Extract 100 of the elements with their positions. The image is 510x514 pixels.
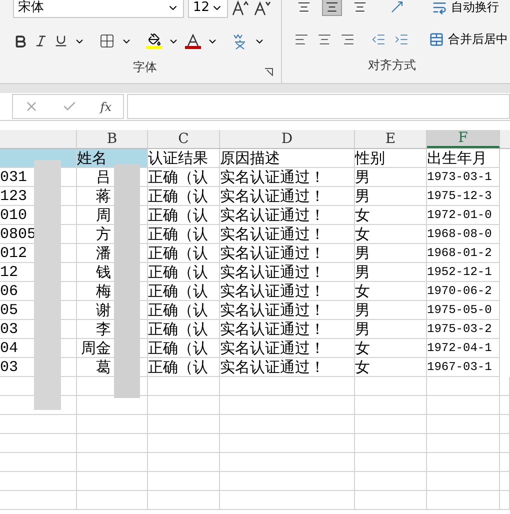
table-cell: 1968-08-0 xyxy=(427,225,500,244)
merge-center-button[interactable]: 合并后居中 xyxy=(448,30,508,48)
font-size-dropdown[interactable]: 12 xyxy=(188,0,228,18)
empty-cell xyxy=(500,415,510,434)
font-name-dropdown[interactable]: 宋体 xyxy=(13,0,184,18)
dialog-launcher-icon[interactable] xyxy=(265,68,273,76)
align-middle-icon xyxy=(353,0,367,14)
empty-cell xyxy=(148,434,220,453)
table-cell: 正确（认 xyxy=(148,301,220,320)
table-cell: 1967-03-1 xyxy=(427,358,500,377)
table-cell: 1975-12-3 xyxy=(427,187,500,206)
table-cell: 实名认证通过！ xyxy=(220,206,355,225)
empty-cell xyxy=(355,472,427,491)
grow-font-icon[interactable] xyxy=(232,0,250,16)
table-cell: 正确（认 xyxy=(148,263,220,282)
group-label: 字体 xyxy=(133,59,157,76)
table-cell: 1970-06-2 xyxy=(427,282,500,301)
column-header[interactable]: D xyxy=(220,130,355,148)
wrap-text-icon xyxy=(432,0,447,14)
table-cell: 实名认证通过！ xyxy=(220,301,355,320)
table-cell: 男 xyxy=(355,168,427,187)
table-cell: 1973-03-1 xyxy=(427,168,500,187)
table-cell: 1975-05-0 xyxy=(427,301,500,320)
column-header[interactable]: C xyxy=(148,130,220,148)
table-cell: 实名认证通过！ xyxy=(220,282,355,301)
table-cell: 实名认证通过！ xyxy=(220,168,355,187)
empty-cell xyxy=(77,453,148,472)
align-middle-icon xyxy=(297,0,311,14)
table-cell: 1968-01-2 xyxy=(427,244,500,263)
empty-cell xyxy=(77,434,148,453)
empty-cell xyxy=(148,453,220,472)
table-cell: 原因描述 xyxy=(220,149,355,168)
empty-cell xyxy=(500,377,510,396)
table-cell: 男 xyxy=(355,187,427,206)
empty-cell xyxy=(500,434,510,453)
empty-cell xyxy=(355,453,427,472)
empty-cell xyxy=(148,396,220,415)
italic-icon[interactable] xyxy=(34,34,48,48)
table-cell: 正确（认 xyxy=(148,339,220,358)
empty-cell xyxy=(148,377,220,396)
table-cell: 男 xyxy=(355,320,427,339)
empty-cell xyxy=(148,472,220,491)
formula-input[interactable] xyxy=(127,94,510,119)
empty-cell xyxy=(500,453,510,472)
table-cell: 女 xyxy=(355,339,427,358)
empty-cell xyxy=(355,491,427,510)
table-cell: 1952-12-1 xyxy=(427,263,500,282)
insert-function-button[interactable]: fx xyxy=(100,98,112,116)
table-cell: 出生年月 xyxy=(427,149,500,168)
phonetic-icon[interactable] xyxy=(232,32,248,50)
column-header[interactable]: B xyxy=(77,130,148,148)
border-icon[interactable] xyxy=(99,33,115,49)
table-cell: 正确（认 xyxy=(148,282,220,301)
table-cell: 女 xyxy=(355,282,427,301)
table-cell: 1975-03-2 xyxy=(427,320,500,339)
empty-cell xyxy=(355,434,427,453)
wrap-text-button[interactable]: 自动换行 xyxy=(451,0,499,16)
empty-cell xyxy=(148,491,220,510)
table-cell: 正确（认 xyxy=(148,244,220,263)
shrink-font-icon[interactable] xyxy=(254,0,272,16)
table-cell: 1972-04-1 xyxy=(427,339,500,358)
table-cell: 实名认证通过！ xyxy=(220,339,355,358)
table-cell: 实名认证通过！ xyxy=(220,263,355,282)
table-cell: 1972-01-0 xyxy=(427,206,500,225)
fill-color-icon[interactable] xyxy=(146,33,162,49)
table-cell: 女 xyxy=(355,206,427,225)
bold-icon[interactable] xyxy=(13,34,28,48)
empty-cell xyxy=(77,491,148,510)
table-cell: 实名认证通过！ xyxy=(220,187,355,206)
table-cell: 正确（认 xyxy=(148,168,220,187)
table-cell: 实名认证通过！ xyxy=(220,225,355,244)
align-middle-icon xyxy=(325,0,339,14)
table-cell: 实名认证通过！ xyxy=(220,358,355,377)
empty-cell xyxy=(500,396,510,415)
merge-icon xyxy=(429,32,444,46)
table-cell: 正确（认 xyxy=(148,320,220,339)
underline-icon[interactable] xyxy=(54,34,68,48)
table-cell: 正确（认 xyxy=(148,358,220,377)
table-cell: 姓名 xyxy=(77,149,148,168)
table-cell: 实名认证通过！ xyxy=(220,320,355,339)
table-cell: 实名认证通过！ xyxy=(220,244,355,263)
table-cell: 男 xyxy=(355,244,427,263)
table-cell: 正确（认 xyxy=(148,225,220,244)
table-cell: 女 xyxy=(355,358,427,377)
empty-cell xyxy=(500,491,510,510)
table-cell: 女 xyxy=(355,225,427,244)
table-cell: 男 xyxy=(355,301,427,320)
empty-cell xyxy=(355,415,427,434)
column-header[interactable]: F xyxy=(427,130,500,148)
empty-cell xyxy=(77,415,148,434)
empty-cell xyxy=(77,472,148,491)
font-color-icon[interactable] xyxy=(185,34,201,48)
empty-cell xyxy=(148,415,220,434)
table-cell: 男 xyxy=(355,263,427,282)
table-cell: 认证结果 xyxy=(148,149,220,168)
group-label: 对齐方式 xyxy=(368,57,417,74)
table-cell: 正确（认 xyxy=(148,206,220,225)
vertical-align-button[interactable] xyxy=(322,0,342,16)
empty-cell xyxy=(355,377,427,396)
empty-cell xyxy=(355,396,427,415)
